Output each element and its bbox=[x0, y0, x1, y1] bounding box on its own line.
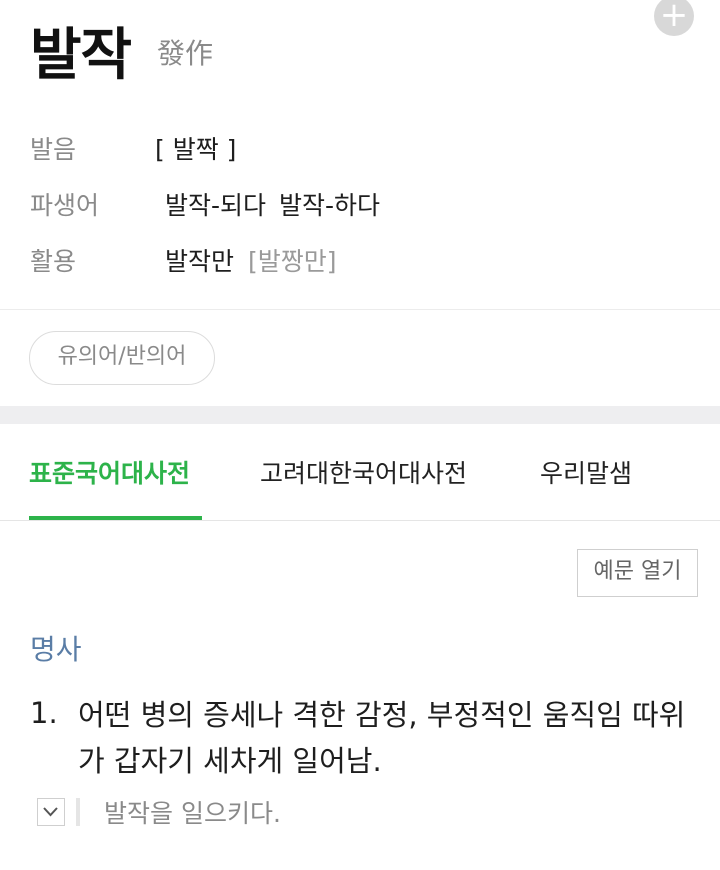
section-band bbox=[0, 406, 720, 424]
pronunciation-label: 발음 bbox=[30, 135, 77, 164]
headword: 발작 bbox=[30, 23, 132, 88]
derivative-link-2[interactable]: 발작-하다 bbox=[279, 186, 380, 222]
active-tab-indicator bbox=[29, 516, 202, 520]
dictionary-tabs: 표준국어대사전 고려대한국어대사전 우리말샘 bbox=[0, 424, 720, 521]
pronunciation-value: [ 발짝 ] bbox=[155, 135, 237, 164]
derivative-link-1[interactable]: 발작-되다 bbox=[165, 186, 266, 222]
definition-text: 어떤 병의 증세나 격한 감정, 부정적인 움직임 따위가 갑자기 세차게 일어… bbox=[78, 698, 686, 778]
hanja: 發作 bbox=[157, 37, 214, 70]
part-of-speech: 명사 bbox=[30, 633, 82, 666]
tab-urimalsaem[interactable]: 우리말샘 bbox=[540, 454, 632, 490]
conjugation-label: 활용 bbox=[30, 247, 77, 276]
chevron-down-icon[interactable] bbox=[37, 798, 65, 826]
conjugation-value: 발작만 bbox=[165, 247, 235, 276]
open-examples-button[interactable]: 예문 열기 bbox=[577, 549, 698, 597]
example-sentence: 발작을 일으키다. bbox=[104, 799, 281, 828]
conjugation-pronunciation: [발짱만] bbox=[248, 247, 337, 276]
definition-number: 1. bbox=[30, 696, 58, 730]
tab-standard-dictionary[interactable]: 표준국어대사전 bbox=[29, 454, 190, 490]
derivative-label: 파생어 bbox=[30, 191, 100, 220]
plus-icon[interactable]: + bbox=[654, 0, 694, 36]
section-divider bbox=[0, 309, 720, 310]
synonym-antonym-button[interactable]: 유의어/반의어 bbox=[29, 331, 215, 385]
example-bar bbox=[76, 798, 80, 826]
tab-korea-univ-dictionary[interactable]: 고려대한국어대사전 bbox=[260, 454, 467, 490]
